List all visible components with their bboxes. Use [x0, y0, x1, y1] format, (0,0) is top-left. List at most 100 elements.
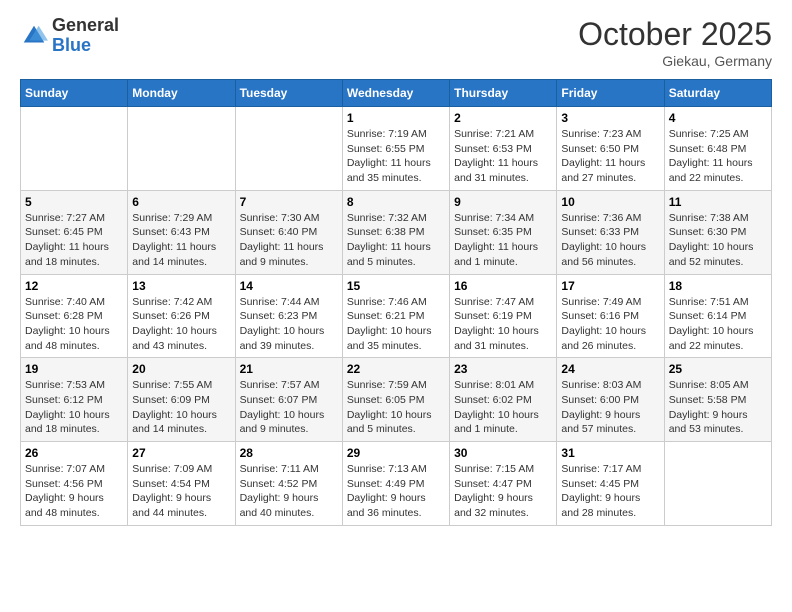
day-cell: 2Sunrise: 7:21 AM Sunset: 6:53 PM Daylig…	[450, 107, 557, 191]
day-number: 30	[454, 446, 552, 460]
day-number: 17	[561, 279, 659, 293]
weekday-header-row: SundayMondayTuesdayWednesdayThursdayFrid…	[21, 80, 772, 107]
day-number: 19	[25, 362, 123, 376]
day-number: 6	[132, 195, 230, 209]
weekday-header-saturday: Saturday	[664, 80, 771, 107]
day-cell: 18 Sunrise: 7:51 AM Sunset: 6:14 PM Dayli…	[664, 274, 771, 358]
week-row-4: 19Sunrise: 7:53 AM Sunset: 6:12 PM Dayli…	[21, 358, 772, 442]
day-number: 7	[240, 195, 338, 209]
day-info: Sunrise: 7:32 AM Sunset: 6:38 PM Dayligh…	[347, 211, 445, 270]
day-number: 10	[561, 195, 659, 209]
day-cell: 21 Sunrise: 7:57 AM Sunset: 6:07 PM Dayli…	[235, 358, 342, 442]
day-cell: 1 Sunrise: 7:19 AM Sunset: 6:55 PM Daylig…	[342, 107, 449, 191]
day-info: Sunrise: 7:57 AM Sunset: 6:07 PM Dayligh…	[240, 378, 338, 437]
day-cell: 7 Sunrise: 7:30 AM Sunset: 6:40 PM Daylig…	[235, 190, 342, 274]
day-info: Sunrise: 7:40 AM Sunset: 6:28 PM Dayligh…	[25, 295, 123, 354]
day-cell: 11Sunrise: 7:38 AM Sunset: 6:30 PM Dayli…	[664, 190, 771, 274]
calendar: SundayMondayTuesdayWednesdayThursdayFrid…	[20, 79, 772, 526]
day-cell: 19Sunrise: 7:53 AM Sunset: 6:12 PM Dayli…	[21, 358, 128, 442]
day-cell: 23 Sunrise: 8:01 AM Sunset: 6:02 PM Dayli…	[450, 358, 557, 442]
day-info: Sunrise: 7:51 AM Sunset: 6:14 PM Dayligh…	[669, 295, 767, 354]
day-info: Sunrise: 7:34 AM Sunset: 6:35 PM Dayligh…	[454, 211, 552, 270]
day-number: 20	[132, 362, 230, 376]
week-row-1: 1 Sunrise: 7:19 AM Sunset: 6:55 PM Daylig…	[21, 107, 772, 191]
weekday-header-monday: Monday	[128, 80, 235, 107]
day-cell: 10 Sunrise: 7:36 AM Sunset: 6:33 PM Dayli…	[557, 190, 664, 274]
day-number: 29	[347, 446, 445, 460]
day-info: Sunrise: 8:05 AM Sunset: 5:58 PM Dayligh…	[669, 378, 767, 437]
day-cell: 28 Sunrise: 7:11 AM Sunset: 4:52 PM Dayli…	[235, 442, 342, 526]
month-title: October 2025	[578, 16, 772, 53]
logo: General Blue	[20, 16, 119, 56]
day-info: Sunrise: 7:55 AM Sunset: 6:09 PM Dayligh…	[132, 378, 230, 437]
logo-icon	[20, 22, 48, 50]
day-cell: 3Sunrise: 7:23 AM Sunset: 6:50 PM Daylig…	[557, 107, 664, 191]
day-info: Sunrise: 8:01 AM Sunset: 6:02 PM Dayligh…	[454, 378, 552, 437]
day-info: Sunrise: 7:27 AM Sunset: 6:45 PM Dayligh…	[25, 211, 123, 270]
day-info: Sunrise: 7:30 AM Sunset: 6:40 PM Dayligh…	[240, 211, 338, 270]
day-info: Sunrise: 7:09 AM Sunset: 4:54 PM Dayligh…	[132, 462, 230, 521]
weekday-header-friday: Friday	[557, 80, 664, 107]
day-number: 12	[25, 279, 123, 293]
logo-text: General Blue	[52, 16, 119, 56]
day-number: 22	[347, 362, 445, 376]
day-number: 3	[561, 111, 659, 125]
day-cell: 9 Sunrise: 7:34 AM Sunset: 6:35 PM Daylig…	[450, 190, 557, 274]
day-cell: 20 Sunrise: 7:55 AM Sunset: 6:09 PM Dayli…	[128, 358, 235, 442]
day-info: Sunrise: 7:15 AM Sunset: 4:47 PM Dayligh…	[454, 462, 552, 521]
day-cell: 27 Sunrise: 7:09 AM Sunset: 4:54 PM Dayli…	[128, 442, 235, 526]
day-info: Sunrise: 7:36 AM Sunset: 6:33 PM Dayligh…	[561, 211, 659, 270]
day-number: 31	[561, 446, 659, 460]
day-number: 28	[240, 446, 338, 460]
day-cell: 4Sunrise: 7:25 AM Sunset: 6:48 PM Daylig…	[664, 107, 771, 191]
day-cell: 29 Sunrise: 7:13 AM Sunset: 4:49 PM Dayli…	[342, 442, 449, 526]
day-number: 8	[347, 195, 445, 209]
day-number: 9	[454, 195, 552, 209]
day-cell: 5 Sunrise: 7:27 AM Sunset: 6:45 PM Daylig…	[21, 190, 128, 274]
day-cell: 31Sunrise: 7:17 AM Sunset: 4:45 PM Dayli…	[557, 442, 664, 526]
day-number: 2	[454, 111, 552, 125]
weekday-header-tuesday: Tuesday	[235, 80, 342, 107]
day-info: Sunrise: 7:38 AM Sunset: 6:30 PM Dayligh…	[669, 211, 767, 270]
day-info: Sunrise: 8:03 AM Sunset: 6:00 PM Dayligh…	[561, 378, 659, 437]
day-cell: 14Sunrise: 7:44 AM Sunset: 6:23 PM Dayli…	[235, 274, 342, 358]
day-number: 23	[454, 362, 552, 376]
day-info: Sunrise: 7:42 AM Sunset: 6:26 PM Dayligh…	[132, 295, 230, 354]
day-cell	[664, 442, 771, 526]
day-number: 21	[240, 362, 338, 376]
day-cell: 17 Sunrise: 7:49 AM Sunset: 6:16 PM Dayli…	[557, 274, 664, 358]
day-info: Sunrise: 7:07 AM Sunset: 4:56 PM Dayligh…	[25, 462, 123, 521]
day-number: 15	[347, 279, 445, 293]
day-cell: 6 Sunrise: 7:29 AM Sunset: 6:43 PM Daylig…	[128, 190, 235, 274]
day-cell	[21, 107, 128, 191]
day-cell: 22 Sunrise: 7:59 AM Sunset: 6:05 PM Dayli…	[342, 358, 449, 442]
day-info: Sunrise: 7:49 AM Sunset: 6:16 PM Dayligh…	[561, 295, 659, 354]
page: General Blue October 2025 Giekau, German…	[0, 0, 792, 536]
day-number: 24	[561, 362, 659, 376]
day-cell	[128, 107, 235, 191]
day-cell: 12 Sunrise: 7:40 AM Sunset: 6:28 PM Dayli…	[21, 274, 128, 358]
day-cell: 16Sunrise: 7:47 AM Sunset: 6:19 PM Dayli…	[450, 274, 557, 358]
weekday-header-sunday: Sunday	[21, 80, 128, 107]
day-number: 5	[25, 195, 123, 209]
day-info: Sunrise: 7:19 AM Sunset: 6:55 PM Dayligh…	[347, 127, 445, 186]
day-number: 27	[132, 446, 230, 460]
week-row-3: 12 Sunrise: 7:40 AM Sunset: 6:28 PM Dayli…	[21, 274, 772, 358]
day-cell: 30 Sunrise: 7:15 AM Sunset: 4:47 PM Dayli…	[450, 442, 557, 526]
day-info: Sunrise: 7:25 AM Sunset: 6:48 PM Dayligh…	[669, 127, 767, 186]
week-row-2: 5 Sunrise: 7:27 AM Sunset: 6:45 PM Daylig…	[21, 190, 772, 274]
day-info: Sunrise: 7:47 AM Sunset: 6:19 PM Dayligh…	[454, 295, 552, 354]
day-info: Sunrise: 7:29 AM Sunset: 6:43 PM Dayligh…	[132, 211, 230, 270]
header: General Blue October 2025 Giekau, German…	[20, 16, 772, 69]
day-info: Sunrise: 7:11 AM Sunset: 4:52 PM Dayligh…	[240, 462, 338, 521]
day-cell: 25Sunrise: 8:05 AM Sunset: 5:58 PM Dayli…	[664, 358, 771, 442]
day-info: Sunrise: 7:13 AM Sunset: 4:49 PM Dayligh…	[347, 462, 445, 521]
day-cell	[235, 107, 342, 191]
day-info: Sunrise: 7:46 AM Sunset: 6:21 PM Dayligh…	[347, 295, 445, 354]
week-row-5: 26 Sunrise: 7:07 AM Sunset: 4:56 PM Dayli…	[21, 442, 772, 526]
day-number: 18	[669, 279, 767, 293]
day-info: Sunrise: 7:59 AM Sunset: 6:05 PM Dayligh…	[347, 378, 445, 437]
day-number: 26	[25, 446, 123, 460]
day-number: 1	[347, 111, 445, 125]
location: Giekau, Germany	[578, 53, 772, 69]
